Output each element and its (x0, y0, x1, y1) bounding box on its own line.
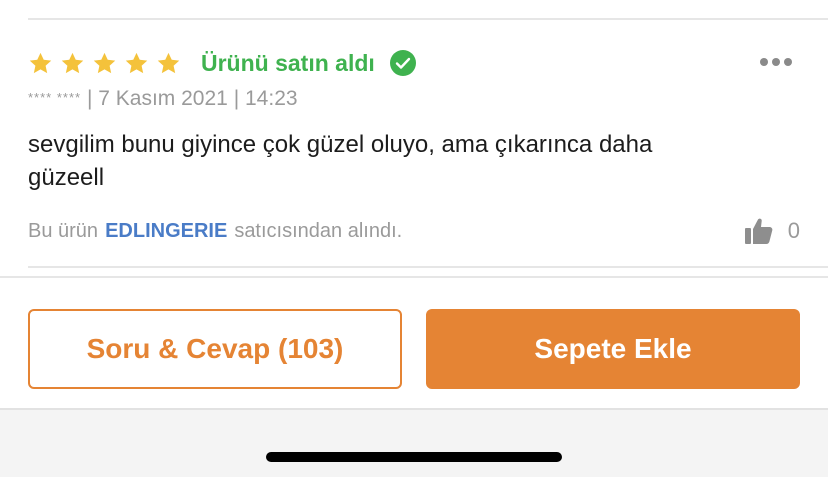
star-icon (61, 52, 84, 73)
review-date: 7 Kasım 2021 (98, 87, 228, 110)
review-card: Ürünü satın aldı **** **** | 7 Kasım 202… (28, 44, 800, 246)
star-icon (125, 52, 148, 73)
review-header: Ürünü satın aldı (28, 44, 800, 82)
thumbs-up-icon (744, 218, 773, 244)
seller-link[interactable]: EDLINGERIE (105, 220, 227, 243)
review-meta: **** **** | 7 Kasım 2021 | 14:23 (28, 82, 800, 114)
add-to-cart-button[interactable]: Sepete Ekle (426, 309, 800, 389)
star-icon (29, 52, 52, 73)
seller-prefix: Bu ürün (28, 219, 99, 242)
verified-purchase-label: Ürünü satın aldı (201, 49, 375, 76)
section-divider (28, 266, 828, 268)
star-rating (28, 51, 181, 76)
questions-answers-button[interactable]: Soru & Cevap (103) (28, 309, 402, 389)
section-divider (0, 276, 828, 278)
review-time: 14:23 (245, 87, 298, 110)
verified-purchase-badge: Ürünü satın aldı (201, 49, 417, 77)
bottom-safe-area (0, 408, 828, 477)
top-divider (28, 18, 828, 20)
like-button[interactable]: 0 (744, 216, 800, 246)
star-icon (157, 52, 180, 73)
meta-separator: | (86, 87, 93, 110)
seller-suffix: satıcısından alındı. (234, 219, 403, 242)
seller-info: Bu ürün EDLINGERIE satıcısından alındı. … (28, 216, 800, 246)
home-indicator[interactable] (266, 452, 562, 462)
review-comment: sevgilim bunu giyince çok güzel oluyo, a… (28, 131, 653, 191)
meta-separator: | (233, 87, 240, 110)
reviewer-name: **** **** (28, 90, 82, 105)
action-bar: Soru & Cevap (103) Sepete Ekle (28, 309, 800, 389)
more-horizontal-icon[interactable] (760, 58, 792, 66)
review-screen: Ürünü satın aldı **** **** | 7 Kasım 202… (0, 0, 828, 477)
star-icon (93, 52, 116, 73)
check-circle-icon (389, 50, 416, 76)
like-count: 0 (787, 218, 800, 243)
